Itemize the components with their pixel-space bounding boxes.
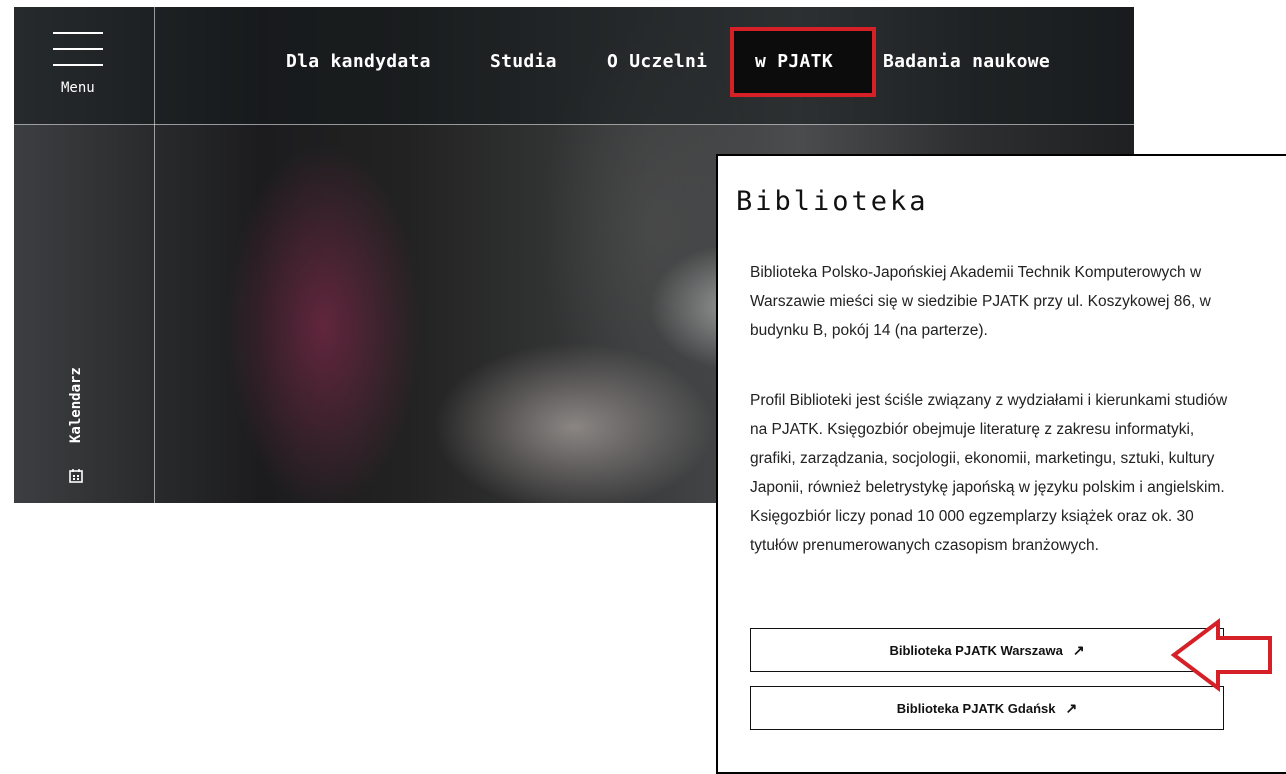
calendar-label: Kalendarz — [68, 367, 84, 443]
menu-label: Menu — [61, 80, 95, 96]
nav-item-badania-naukowe[interactable]: Badania naukowe — [883, 51, 1050, 72]
nav-item-dla-kandydata[interactable]: Dla kandydata — [286, 51, 431, 72]
horizontal-divider — [14, 124, 1134, 125]
vertical-divider — [154, 7, 155, 503]
nav-item-studia[interactable]: Studia — [490, 51, 557, 72]
panel-title: Biblioteka — [736, 186, 929, 217]
external-arrow-icon: ↗ — [1065, 699, 1078, 716]
calendar-icon — [69, 469, 83, 486]
panel-paragraph-2: Profil Biblioteki jest ściśle związany z… — [750, 392, 1228, 554]
menu-button[interactable]: Menu — [14, 7, 154, 124]
library-gdansk-label: Biblioteka PJATK Gdańsk — [896, 700, 1056, 716]
external-arrow-icon: ↗ — [1072, 641, 1085, 658]
hamburger-icon — [53, 32, 103, 80]
library-warszawa-button[interactable]: Biblioteka PJATK Warszawa ↗ — [750, 628, 1224, 672]
panel-paragraph-1: Biblioteka Polsko-Japońskiej Akademii Te… — [750, 264, 1211, 339]
library-gdansk-button[interactable]: Biblioteka PJATK Gdańsk ↗ — [750, 686, 1224, 730]
red-pointer-arrow-icon — [1170, 618, 1272, 692]
library-warszawa-label: Biblioteka PJATK Warszawa — [889, 642, 1063, 658]
nav-item-o-uczelni[interactable]: O Uczelni — [607, 51, 707, 72]
nav-item-w-pjatk[interactable]: w PJATK — [755, 51, 833, 72]
calendar-link[interactable]: Kalendarz — [64, 347, 104, 497]
